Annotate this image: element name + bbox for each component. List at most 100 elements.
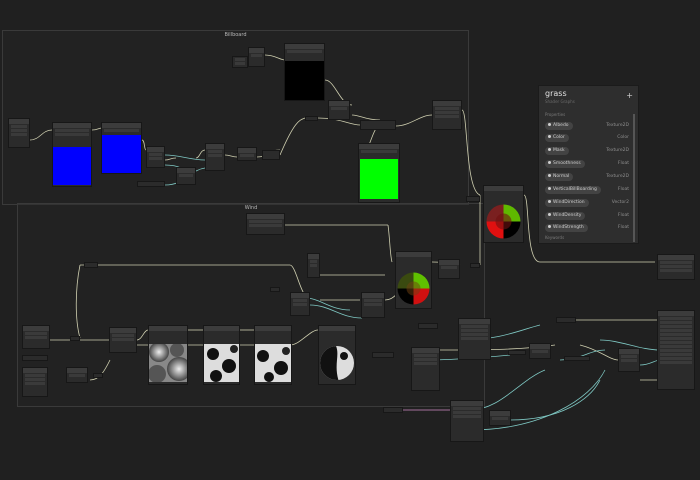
node-gradient-noise[interactable]: [109, 327, 137, 353]
property-type: Texture2D: [606, 123, 629, 128]
blackboard-scrollbar[interactable]: [633, 114, 635, 242]
property-dot-icon: [548, 213, 551, 216]
node-winddirection-prop[interactable]: [22, 355, 48, 361]
property-row-windstrength[interactable]: WindStrength Float: [545, 224, 629, 232]
node-multiply-wind-1[interactable]: [290, 292, 310, 316]
node-multiply-wind-3[interactable]: [529, 343, 551, 359]
node-add-wind[interactable]: [438, 259, 460, 279]
property-row-albedo[interactable]: Albedo Texture2D: [545, 122, 629, 130]
property-pill[interactable]: WindDirection: [545, 199, 589, 207]
property-type: Float: [617, 225, 629, 230]
node-reroute-3[interactable]: [84, 262, 98, 268]
node-uv[interactable]: [22, 325, 50, 349]
property-dot-icon: [548, 148, 551, 151]
property-row-normal[interactable]: Normal Texture2D: [545, 173, 629, 181]
property-dot-icon: [548, 225, 551, 228]
property-dot-icon: [548, 200, 551, 203]
node-reroute-10[interactable]: [564, 356, 590, 361]
property-dot-icon: [548, 123, 551, 126]
property-row-verticalbillboarding[interactable]: VerticalBillBoarding Float: [545, 186, 629, 194]
node-split-wind[interactable]: [307, 253, 320, 278]
node-combine[interactable]: [205, 143, 225, 171]
property-dot-icon: [548, 174, 551, 177]
node-reroute-7[interactable]: [70, 336, 80, 341]
property-pill[interactable]: Mask: [545, 147, 569, 155]
preview-noise-2: [204, 344, 239, 382]
property-pill[interactable]: Normal: [545, 173, 574, 181]
property-type: Vector2: [611, 200, 629, 205]
property-type: Color: [617, 135, 629, 140]
blackboard-subtitle: Shader Graphs: [545, 99, 575, 104]
node-multiply-2[interactable]: [328, 100, 350, 120]
node-position-wind[interactable]: [458, 318, 491, 360]
node-transform[interactable]: [237, 147, 257, 161]
node-reroute-8[interactable]: [508, 350, 526, 355]
property-row-winddirection[interactable]: WindDirection Vector2: [545, 199, 629, 207]
property-row-winddensity[interactable]: WindDensity Float: [545, 212, 629, 220]
shader-graph-canvas[interactable]: Billboard Wind grass Shader Graphs + Pro…: [0, 0, 700, 480]
preview-green: [360, 159, 398, 199]
property-pill[interactable]: Albedo: [545, 122, 573, 130]
preview-normal-sphere-2: [397, 272, 430, 305]
blackboard-panel[interactable]: grass Shader Graphs + Properties Albedo …: [538, 85, 639, 244]
node-combine-wind[interactable]: [361, 292, 385, 318]
node-reroute-5[interactable]: [470, 263, 480, 268]
node-add-wind-2[interactable]: [489, 410, 511, 426]
property-row-mask[interactable]: Mask Texture2D: [545, 147, 629, 155]
node-master-billboard[interactable]: [432, 100, 462, 130]
node-wind-strength-prop[interactable]: [418, 323, 438, 329]
property-name: WindDirection: [553, 200, 585, 205]
node-multiply-1[interactable]: [176, 167, 196, 185]
property-pill[interactable]: WindDensity: [545, 212, 586, 220]
property-dot-icon: [548, 161, 551, 164]
property-name: Color: [553, 135, 565, 140]
property-pill[interactable]: Color: [545, 134, 569, 142]
node-winddensity-prop[interactable]: [372, 352, 394, 358]
property-name: Albedo: [553, 123, 569, 128]
property-pill[interactable]: WindStrength: [545, 224, 588, 232]
property-name: WindDensity: [553, 213, 582, 218]
property-name: WindStrength: [553, 225, 584, 230]
property-type: Float: [617, 187, 629, 192]
node-reroute-2[interactable]: [466, 196, 480, 202]
property-type: Texture2D: [606, 174, 629, 179]
node-lerp-1[interactable]: [262, 150, 280, 160]
properties-header: Properties: [545, 112, 566, 117]
node-time[interactable]: [246, 213, 285, 235]
keywords-header: Keywords: [545, 235, 565, 240]
property-row-smoothness[interactable]: Smoothness Float: [545, 160, 629, 168]
node-reroute-1[interactable]: [305, 116, 318, 121]
node-transform-wind[interactable]: [411, 347, 440, 391]
property-name: Mask: [553, 148, 565, 153]
preview-blue-2: [102, 135, 141, 173]
node-multiply-wind-2[interactable]: [66, 367, 88, 383]
node-vertex-master[interactable]: [657, 254, 695, 280]
node-color-mask[interactable]: [248, 47, 265, 67]
property-type: Float: [617, 213, 629, 218]
node-vector-input[interactable]: [232, 56, 248, 68]
property-name: Normal: [553, 174, 570, 179]
node-vertex-position-prop[interactable]: [383, 407, 403, 413]
add-property-button[interactable]: +: [626, 92, 633, 100]
blackboard-title: grass: [545, 89, 567, 98]
property-pill[interactable]: VerticalBillBoarding: [545, 186, 601, 194]
preview-noise-3: [255, 344, 291, 382]
property-name: Smoothness: [553, 161, 581, 166]
node-split[interactable]: [146, 146, 165, 168]
node-lerp-wind[interactable]: [618, 348, 640, 372]
node-fragment-master[interactable]: [657, 310, 695, 390]
property-pill[interactable]: Smoothness: [545, 160, 585, 168]
node-vertical-billboarding-prop[interactable]: [137, 181, 165, 187]
property-dot-icon: [548, 187, 551, 190]
node-tiling-offset[interactable]: [22, 367, 48, 397]
property-type: Texture2D: [606, 148, 629, 153]
preview-blue-1: [53, 147, 91, 185]
node-position[interactable]: [8, 118, 30, 148]
property-row-color[interactable]: Color Color: [545, 134, 629, 142]
node-fragment-inputs[interactable]: [360, 120, 396, 130]
node-reroute-9[interactable]: [556, 317, 576, 323]
node-reroute-4[interactable]: [270, 287, 280, 292]
node-transform-wind-2[interactable]: [450, 400, 484, 442]
node-reroute-6[interactable]: [93, 373, 103, 378]
preview-normal-sphere-1: [486, 204, 521, 239]
